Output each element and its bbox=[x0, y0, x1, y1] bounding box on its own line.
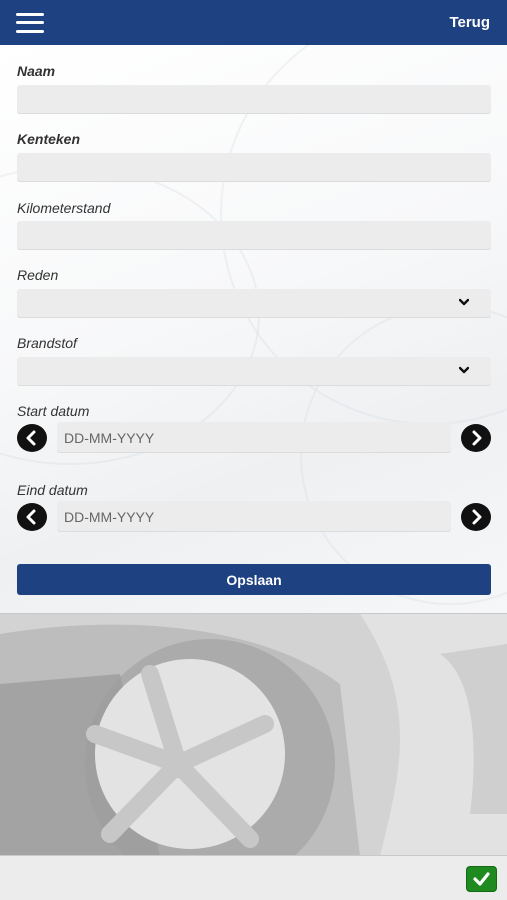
reden-label: Reden bbox=[17, 267, 59, 283]
eind-datum-row bbox=[17, 501, 491, 532]
naam-label: Naam bbox=[17, 63, 56, 79]
save-button[interactable]: Opslaan bbox=[17, 564, 491, 595]
kenteken-input[interactable] bbox=[17, 153, 491, 182]
start-datum-label: Start datum bbox=[17, 403, 90, 419]
brandstof-label: Brandstof bbox=[17, 335, 77, 351]
kilometerstand-label: Kilometerstand bbox=[17, 200, 111, 216]
next-date-button[interactable] bbox=[461, 424, 491, 452]
back-button[interactable]: Terug bbox=[449, 14, 490, 31]
checkmark-icon bbox=[473, 872, 490, 886]
chevron-right-icon bbox=[472, 509, 482, 525]
eind-datum-label: Eind datum bbox=[17, 482, 88, 498]
confirm-button[interactable] bbox=[466, 866, 497, 892]
start-datum-row bbox=[17, 422, 491, 453]
chevron-left-icon bbox=[26, 509, 36, 525]
car-background-image bbox=[0, 613, 507, 855]
brandstof-select[interactable] bbox=[17, 357, 491, 386]
next-date-button[interactable] bbox=[461, 503, 491, 531]
chevron-right-icon bbox=[472, 430, 482, 446]
previous-date-button[interactable] bbox=[17, 424, 47, 452]
top-bar: Terug bbox=[0, 0, 507, 45]
eind-datum-input[interactable] bbox=[57, 501, 451, 532]
reden-select[interactable] bbox=[17, 289, 491, 318]
chevron-left-icon bbox=[26, 430, 36, 446]
chevron-down-icon bbox=[459, 366, 469, 374]
kilometerstand-input[interactable] bbox=[17, 221, 491, 250]
hamburger-menu-icon[interactable] bbox=[16, 12, 44, 33]
naam-input[interactable] bbox=[17, 85, 491, 114]
chevron-down-icon bbox=[459, 298, 469, 306]
previous-date-button[interactable] bbox=[17, 503, 47, 531]
start-datum-input[interactable] bbox=[57, 422, 451, 453]
form-panel: Naam Kenteken Kilometerstand Reden Brand… bbox=[0, 45, 507, 613]
bottom-bar bbox=[0, 855, 507, 900]
kenteken-label: Kenteken bbox=[17, 131, 81, 147]
